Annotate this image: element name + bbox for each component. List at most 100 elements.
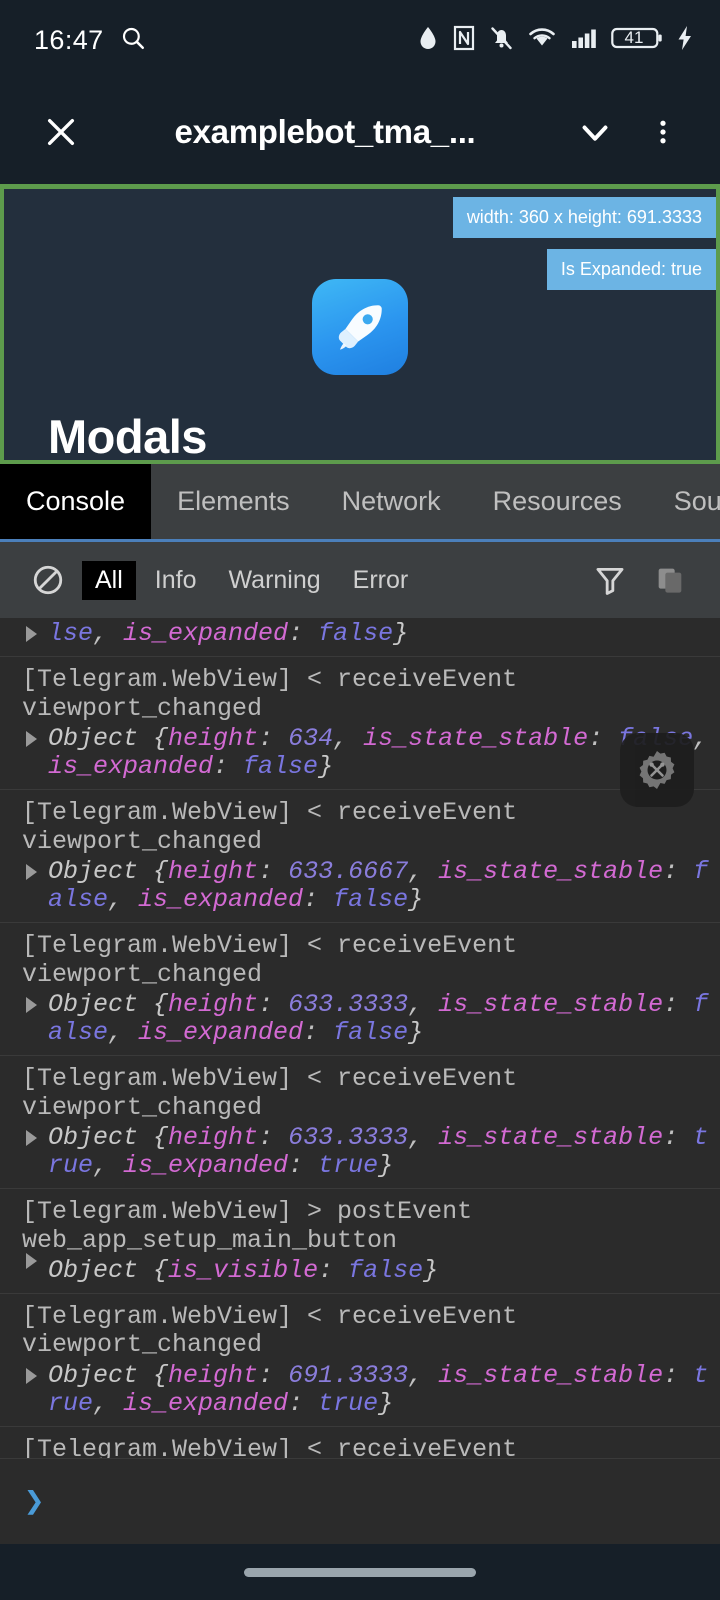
expand-triangle-icon[interactable] — [26, 1253, 37, 1269]
console-log-entry[interactable]: [Telegram.WebView] < receiveEvent viewpo… — [0, 657, 720, 790]
expand-triangle-icon[interactable] — [26, 997, 37, 1013]
token-punc: : — [663, 857, 693, 886]
console-log-entry[interactable]: [Telegram.WebView] < receiveEvent viewpo… — [0, 790, 720, 923]
console-log-list[interactable]: lse, is_expanded: false}[Telegram.WebVie… — [0, 618, 720, 1458]
console-log-entry[interactable]: [Telegram.WebView] < receiveEvent viewpo… — [0, 1427, 720, 1458]
clear-console-icon[interactable] — [22, 554, 74, 606]
console-log-entry[interactable]: lse, is_expanded: false} — [0, 618, 720, 657]
token-key: is_state_stable — [438, 1123, 663, 1152]
token-punc: : — [588, 724, 618, 753]
expand-triangle-icon[interactable] — [26, 1368, 37, 1384]
console-log-object[interactable]: Object {height: 634, is_state_stable: fa… — [0, 723, 720, 782]
android-nav-bar — [0, 1544, 720, 1600]
expand-triangle-icon[interactable] — [26, 864, 37, 880]
console-filter-warning[interactable]: Warning — [216, 561, 334, 600]
token-bool: false — [243, 752, 318, 781]
webapp-heading: Modals — [48, 409, 207, 464]
token-punc: : — [288, 1389, 318, 1418]
token-punc: , — [693, 724, 708, 753]
token-punc: , — [333, 724, 363, 753]
token-brace: { — [153, 990, 168, 1019]
console-log-entry[interactable]: [Telegram.WebView] < receiveEvent viewpo… — [0, 1294, 720, 1427]
token-brace: } — [318, 752, 333, 781]
token-bool: true — [318, 1389, 378, 1418]
token-brace: } — [408, 1018, 423, 1047]
close-button[interactable] — [30, 101, 92, 163]
copy-icon[interactable] — [644, 554, 696, 606]
water-drop-icon — [417, 25, 439, 56]
token-punc: : — [288, 1151, 318, 1180]
rocket-app-icon — [312, 279, 408, 375]
token-punc: : — [303, 1018, 333, 1047]
token-num: 634 — [288, 724, 333, 753]
token-brace: { — [153, 1123, 168, 1152]
token-brace: { — [153, 857, 168, 886]
devtools-tab-console[interactable]: Console — [0, 464, 151, 539]
token-punc: , — [408, 857, 438, 886]
token-brace: } — [378, 1151, 393, 1180]
devtools-tab-label: Console — [26, 486, 125, 517]
console-log-object[interactable]: Object {height: 633.6667, is_state_stabl… — [0, 856, 720, 915]
console-level-filters: AllInfoWarningError — [82, 561, 421, 600]
devtools-tab-resources[interactable]: Resources — [467, 464, 648, 539]
console-filter-error[interactable]: Error — [340, 561, 422, 600]
nfc-icon — [452, 25, 476, 56]
token-key: is_expanded — [138, 885, 303, 914]
token-key: is_expanded — [138, 1018, 303, 1047]
console-log-object[interactable]: Object {height: 691.3333, is_state_stabl… — [0, 1360, 720, 1419]
token-punc: : — [258, 724, 288, 753]
console-log-entry[interactable]: [Telegram.WebView] < receiveEvent viewpo… — [0, 923, 720, 1056]
console-filter-bar: AllInfoWarningError — [0, 542, 720, 618]
console-log-entry[interactable]: [Telegram.WebView] < receiveEvent viewpo… — [0, 1056, 720, 1189]
more-vertical-icon[interactable] — [632, 101, 694, 163]
token-bool: lse — [48, 619, 93, 648]
token-num: 633.3333 — [288, 990, 408, 1019]
devtools-tab-elements[interactable]: Elements — [151, 464, 316, 539]
console-prompt[interactable]: ❯ — [0, 1458, 720, 1544]
console-filter-info[interactable]: Info — [142, 561, 210, 600]
token-obj: Object — [48, 724, 153, 753]
console-log-entry[interactable]: [Telegram.WebView] > postEvent web_app_s… — [0, 1189, 720, 1294]
webapp-content: width: 360 x height: 691.3333 Is Expande… — [4, 189, 716, 460]
token-punc: : — [258, 1123, 288, 1152]
token-key: is_visible — [168, 1256, 318, 1285]
wifi-icon — [527, 25, 557, 56]
token-punc: , — [408, 990, 438, 1019]
token-key: height — [168, 990, 258, 1019]
devtools-gear-fab[interactable] — [620, 733, 694, 807]
devtools-tab-label: Elements — [177, 486, 290, 517]
token-key: is_state_stable — [438, 857, 663, 886]
token-key: is_expanded — [123, 1389, 288, 1418]
console-log-message: [Telegram.WebView] < receiveEvent viewpo… — [0, 1433, 720, 1458]
status-bar-right: 41 — [417, 24, 694, 57]
token-key: is_state_stable — [438, 990, 663, 1019]
console-filter-all[interactable]: All — [82, 561, 136, 600]
token-obj: Object — [48, 857, 153, 886]
expand-triangle-icon[interactable] — [26, 731, 37, 747]
battery-icon: 41 — [611, 24, 663, 57]
console-log-message: [Telegram.WebView] > postEvent web_app_s… — [0, 1195, 720, 1255]
bell-muted-icon — [489, 25, 514, 56]
console-log-object[interactable]: Object {is_visible: false} — [0, 1255, 720, 1285]
token-obj: Object — [48, 1256, 153, 1285]
token-brace: } — [408, 885, 423, 914]
devtools-tab-network[interactable]: Network — [316, 464, 467, 539]
console-log-object[interactable]: lse, is_expanded: false} — [0, 618, 720, 648]
status-bar: 16:47 41 — [0, 0, 720, 80]
token-punc: : — [663, 990, 693, 1019]
console-log-message: [Telegram.WebView] < receiveEvent viewpo… — [0, 796, 720, 856]
expand-triangle-icon[interactable] — [26, 1130, 37, 1146]
home-indicator[interactable] — [244, 1568, 476, 1577]
expand-triangle-icon[interactable] — [26, 626, 37, 642]
webapp-viewport: width: 360 x height: 691.3333 Is Expande… — [0, 184, 720, 464]
token-obj: Object — [48, 990, 153, 1019]
token-punc: , — [93, 1389, 123, 1418]
search-icon[interactable] — [120, 25, 146, 56]
console-log-object[interactable]: Object {height: 633.3333, is_state_stabl… — [0, 989, 720, 1048]
token-brace: } — [393, 619, 408, 648]
is-expanded-badge: Is Expanded: true — [547, 249, 716, 290]
chevron-down-icon[interactable] — [564, 101, 626, 163]
console-log-object[interactable]: Object {height: 633.3333, is_state_stabl… — [0, 1122, 720, 1181]
funnel-icon[interactable] — [584, 554, 636, 606]
devtools-tab-sources[interactable]: Sources — [648, 464, 720, 539]
